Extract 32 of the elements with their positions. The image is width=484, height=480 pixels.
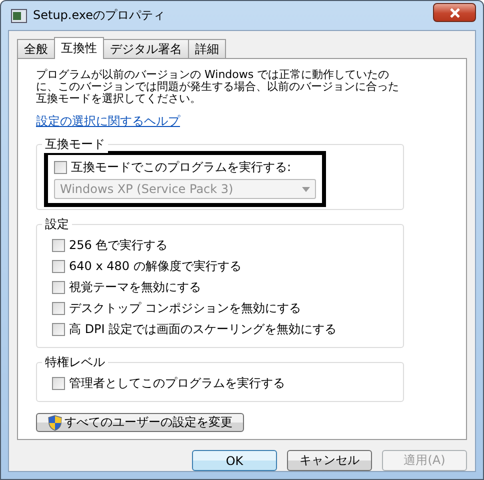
caret-icon [302,186,310,192]
checkbox-label: 256 色で実行する [69,236,168,254]
change-settings-button[interactable]: すべてのユーザーの設定を変更 [36,413,244,432]
group-title: 設定 [42,216,72,233]
dialog-button[interactable]: OK [192,450,277,471]
help-link[interactable]: 設定の選択に関するヘルプ [36,113,180,130]
checkbox-label: 高 DPI 設定では画面のスケーリングを無効にする [69,320,337,338]
tab[interactable]: デジタル署名 [103,39,189,58]
checkbox-label: デスクトップ コンポジションを無効にする [69,300,301,316]
description-text: プログラムが以前のバージョンの Windows では正常に動作していたのに、このバージョンでは問題が発生する場合、以前のバージョンに合った互換モードを選択してください。 [36,69,400,105]
checkbox-label: 640 x 480 の解像度で実行する [69,258,242,274]
checkbox[interactable] [54,160,67,174]
checkbox[interactable] [52,280,65,294]
checkbox[interactable] [52,322,65,336]
tab[interactable]: 全般 [17,39,55,58]
checkbox-label: 互換モードでこのプログラムを実行する: [71,158,292,176]
checkbox-label: 視覚テーマを無効にする [69,278,201,296]
shield-icon [48,414,62,430]
group-title: 特権レベル [42,354,108,371]
close-icon [448,8,462,18]
window-icon [11,8,27,22]
dialog-button[interactable]: キャンセル [287,450,372,471]
checkbox[interactable] [52,376,65,390]
checkbox[interactable] [52,238,65,252]
group-title: 互換モード [42,136,108,153]
close-button[interactable] [433,3,476,22]
tab[interactable]: 詳細 [188,39,226,58]
checkbox[interactable] [52,302,65,314]
checkbox-label: 管理者としてこのプログラムを実行する [69,374,285,392]
checkbox[interactable] [52,260,65,272]
tab[interactable]: 互換性 [54,37,104,59]
window-title: Setup.exeのプロパティ [33,7,166,24]
